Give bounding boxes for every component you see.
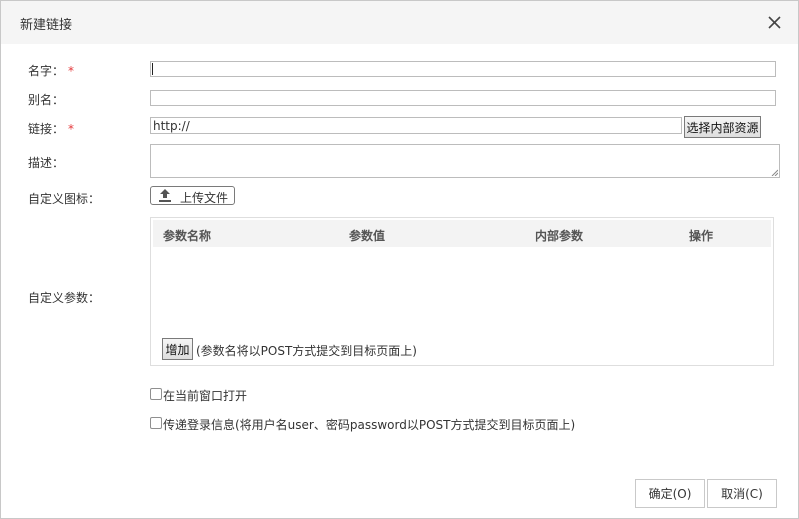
params-table: 参数名称 参数值 内部参数 操作 增加 (参数名将以POST方式提交到目标页面上… [150, 217, 774, 366]
link-input[interactable] [150, 117, 682, 134]
open-current-window-checkbox[interactable] [150, 388, 162, 400]
name-input[interactable] [150, 61, 776, 77]
column-header-internal-param: 内部参数 [535, 229, 584, 243]
description-label: 描述： [28, 156, 65, 170]
required-mark: * [68, 122, 75, 136]
ok-button[interactable]: 确定(O) [635, 479, 705, 508]
upload-icon [156, 188, 174, 207]
text-caret [152, 63, 153, 75]
description-textarea[interactable] [150, 144, 780, 178]
link-label: 链接： * [28, 122, 75, 136]
cancel-button[interactable]: 取消(C) [707, 479, 777, 508]
required-mark: * [68, 64, 75, 78]
new-link-dialog: 新建链接 名字：* 别名： 链接：* 选择内部资源 描述： 自定义图标： [0, 0, 799, 519]
params-hint: (参数名将以POST方式提交到目标页面上) [196, 344, 417, 358]
column-header-actions: 操作 [689, 229, 714, 243]
open-current-window-label: 在当前窗口打开 [163, 389, 248, 403]
alias-label: 别名： [28, 93, 65, 107]
add-param-button[interactable]: 增加 [162, 338, 193, 360]
name-label: 名字： * [28, 64, 75, 78]
column-header-param-value: 参数值 [349, 229, 386, 243]
upload-file-label: 上传文件 [180, 191, 229, 205]
custom-icon-label: 自定义图标： [28, 192, 101, 206]
pass-login-info-label: 传递登录信息(将用户名user、密码password以POST方式提交到目标页面… [163, 418, 576, 432]
resize-grip-icon[interactable] [771, 169, 778, 176]
upload-file-button[interactable]: 上传文件 [150, 186, 235, 205]
params-table-header: 参数名称 参数值 内部参数 操作 [153, 220, 771, 247]
close-icon[interactable] [765, 12, 785, 32]
dialog-title: 新建链接 [20, 18, 73, 33]
custom-params-label: 自定义参数： [28, 291, 101, 305]
alias-input[interactable] [150, 90, 776, 106]
dialog-title-bar: 新建链接 [1, 1, 798, 44]
column-header-param-name: 参数名称 [163, 229, 212, 243]
pass-login-info-checkbox[interactable] [150, 417, 162, 429]
choose-internal-resource-button[interactable]: 选择内部资源 [684, 116, 761, 138]
